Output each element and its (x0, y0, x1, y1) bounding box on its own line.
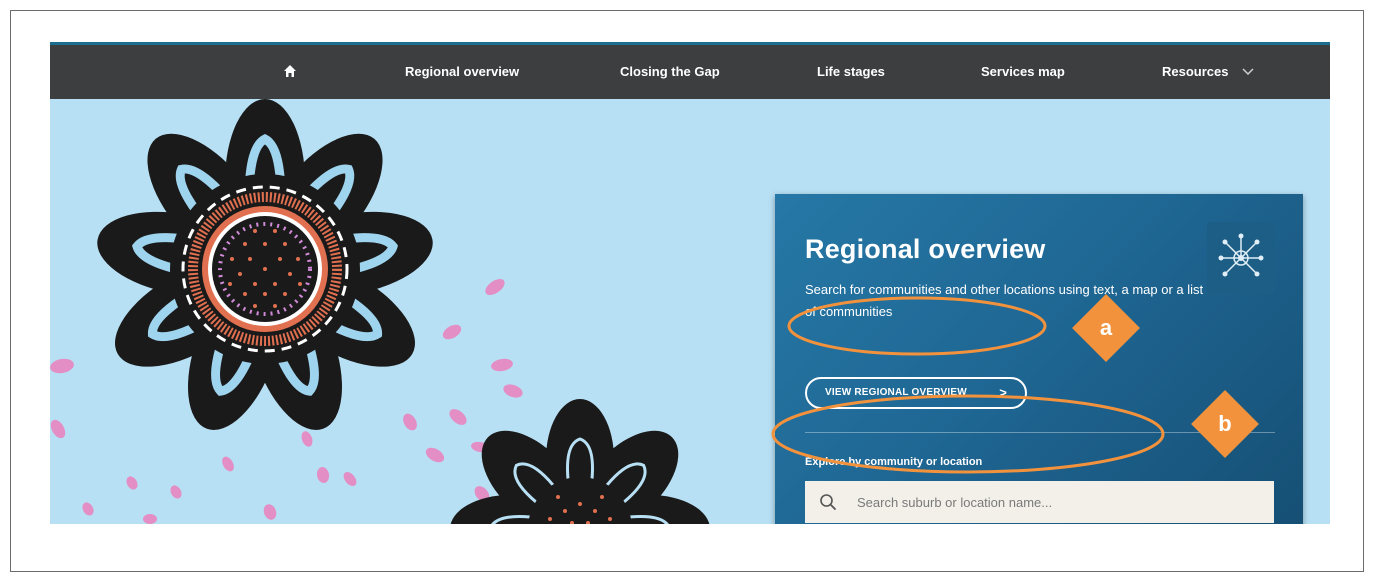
view-regional-overview-label: VIEW REGIONAL OVERVIEW (825, 387, 967, 398)
regional-overview-card: Regional overview Search for communities… (775, 194, 1303, 524)
nav-life-stages[interactable]: Life stages (817, 45, 885, 99)
nav-closing-the-gap[interactable]: Closing the Gap (620, 45, 720, 99)
top-navigation: Regional overview Closing the Gap Life s… (50, 42, 1330, 99)
explore-label: Explore by community or location (805, 456, 983, 468)
website-screenshot: Regional overview Closing the Gap Life s… (50, 42, 1330, 524)
card-title: Regional overview (805, 234, 1046, 264)
home-icon (284, 65, 296, 77)
view-regional-overview-button[interactable]: VIEW REGIONAL OVERVIEW > (805, 377, 1027, 409)
nav-resources[interactable]: Resources (1162, 45, 1254, 99)
explore-search[interactable] (805, 481, 1274, 523)
aboriginal-flower-artwork (50, 99, 710, 524)
annotation-letter-a: a (1099, 315, 1113, 340)
chevron-down-icon (1242, 68, 1254, 76)
annotation-letter-b: b (1218, 411, 1232, 436)
nav-regional-overview[interactable]: Regional overview (405, 45, 519, 99)
search-icon (820, 494, 836, 510)
search-input[interactable] (857, 481, 1257, 523)
card-description: Search for communities and other locatio… (805, 282, 1204, 319)
chevron-right-icon: > (999, 385, 1007, 400)
large-flower (97, 99, 433, 430)
nav-services-map[interactable]: Services map (981, 45, 1065, 99)
nav-home[interactable] (278, 45, 302, 99)
hero-banner: Regional overview Search for communities… (50, 99, 1330, 524)
network-icon (1207, 222, 1275, 294)
nav-resources-label: Resources (1162, 64, 1229, 79)
small-flower (450, 399, 710, 524)
